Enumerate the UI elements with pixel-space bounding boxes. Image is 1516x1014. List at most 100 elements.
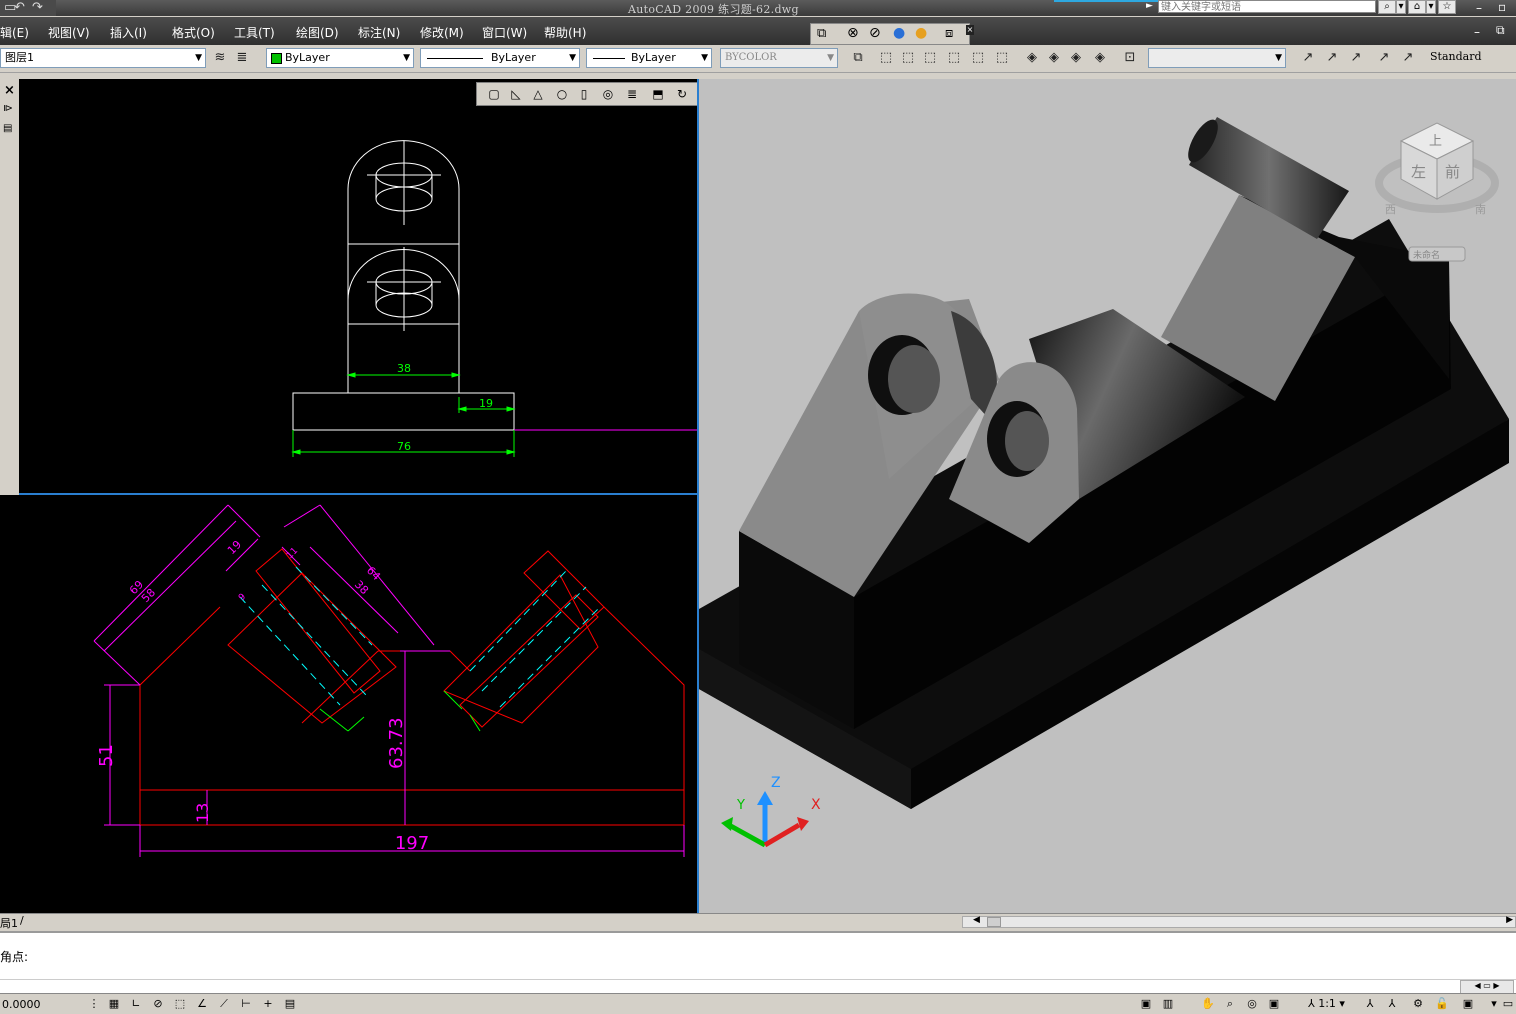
menu-view[interactable]: 视图(V) xyxy=(48,24,90,41)
autohide-icon[interactable]: ⧐ xyxy=(3,103,13,114)
workspace-gear-icon[interactable]: ⚙ xyxy=(1410,996,1426,1012)
text-style-icon[interactable]: ↗ xyxy=(1398,48,1418,68)
view-left-icon[interactable]: ⬚ xyxy=(920,48,940,68)
view-back-icon[interactable]: ⬚ xyxy=(992,48,1012,68)
coordinates-readout[interactable]: 0.0000 xyxy=(2,998,41,1011)
text-style-dropdown[interactable]: Standard xyxy=(1426,48,1516,68)
undo-icon[interactable]: ↶ xyxy=(14,0,25,15)
view-front-icon[interactable]: ⬚ xyxy=(968,48,988,68)
annotation-visibility-icon[interactable]: ⅄ xyxy=(1362,996,1378,1012)
lock-icon[interactable]: 🔓 xyxy=(1434,996,1450,1012)
close-icon[interactable]: × xyxy=(4,83,15,98)
view-right-icon[interactable]: ⬚ xyxy=(944,48,964,68)
steering-wheel-icon[interactable]: ◎ xyxy=(1244,996,1260,1012)
view-sw-iso-icon[interactable]: ◈ xyxy=(1022,48,1042,68)
dim-style-icon[interactable]: ↗ xyxy=(1298,48,1318,68)
visual-styles-manager-icon[interactable]: ⧈ xyxy=(945,26,953,41)
clean-screen-icon[interactable]: ▭ xyxy=(1500,996,1516,1012)
scroll-left-icon[interactable]: ◀ xyxy=(973,915,980,925)
doc-minimize-icon[interactable]: – xyxy=(1474,25,1480,39)
snap-icon[interactable]: ⋮ xyxy=(86,996,102,1012)
sphere-icon[interactable]: ○ xyxy=(553,85,571,103)
camera-icon[interactable]: ⊡ xyxy=(1120,48,1140,68)
revolve-icon[interactable]: ↻ xyxy=(673,85,691,103)
close-icon[interactable]: × xyxy=(966,25,974,35)
wireframe-icon[interactable]: ⊗ xyxy=(847,25,859,41)
annotation-scale[interactable]: ⅄ 1:1 ▾ xyxy=(1308,997,1345,1010)
minimize-icon[interactable]: – xyxy=(1476,1,1482,15)
box-icon[interactable]: ▢ xyxy=(485,85,503,103)
menu-modify[interactable]: 修改(M) xyxy=(420,24,464,41)
menu-edit[interactable]: 辑(E) xyxy=(0,24,29,41)
named-views-dropdown[interactable]: ▼ xyxy=(1148,48,1286,68)
menu-help[interactable]: 帮助(H) xyxy=(544,24,586,41)
viewport-top-view[interactable]: 38 19 76 xyxy=(19,79,698,494)
viewport-3d-view[interactable]: Z Y X 上 左 前 西 南 未命名 xyxy=(699,79,1516,913)
search-icon[interactable]: ⌕ xyxy=(1378,0,1396,14)
layer-previous-icon[interactable]: ≋ xyxy=(210,48,230,68)
layer-dropdown[interactable]: 图层1 ▼ xyxy=(0,48,206,68)
maximize-icon[interactable]: ▫ xyxy=(1498,0,1506,14)
views-icon[interactable]: ⧉ xyxy=(848,48,868,68)
lineweight-dropdown[interactable]: ByLayer ▼ xyxy=(586,48,712,68)
scroll-right-icon[interactable]: ▶ xyxy=(1506,915,1513,925)
leader-icon[interactable]: ↗ xyxy=(1322,48,1342,68)
linetype-dropdown[interactable]: ByLayer ▼ xyxy=(420,48,580,68)
color-dropdown[interactable]: ByLayer ▼ xyxy=(266,48,414,68)
model-icon[interactable]: ▣ xyxy=(1138,996,1154,1012)
zoom-icon[interactable]: ⌕ xyxy=(1222,996,1238,1012)
view-nw-iso-icon[interactable]: ◈ xyxy=(1090,48,1110,68)
communication-icon[interactable]: ⌂ xyxy=(1408,0,1426,14)
viewport-front-view[interactable]: 69 58 19 11 64 38 9 51 63.73 13 197 xyxy=(0,495,698,913)
expand-arrow-icon[interactable]: ► xyxy=(1146,1,1153,11)
wedge-icon[interactable]: ◺ xyxy=(507,85,525,103)
polar-icon[interactable]: ⊘ xyxy=(150,996,166,1012)
viewcube-front-label[interactable]: 前 xyxy=(1445,163,1460,181)
viewcube-left-label[interactable]: 左 xyxy=(1411,163,1426,181)
visual-style-2d-icon[interactable]: ⧉ xyxy=(817,26,826,41)
menu-window[interactable]: 窗口(W) xyxy=(482,24,527,41)
palette-menu-icon[interactable]: ▤ xyxy=(3,123,12,134)
command-scroll-arrows[interactable]: ◀ ▭ ▶ xyxy=(1460,980,1514,994)
layout-icon[interactable]: ▥ xyxy=(1160,996,1176,1012)
tab-layout1[interactable]: 局1 xyxy=(0,915,18,931)
auto-scale-icon[interactable]: ⅄ xyxy=(1384,996,1400,1012)
multileader-icon[interactable]: ↗ xyxy=(1374,48,1394,68)
conceptual-icon[interactable]: ● xyxy=(915,25,927,41)
view-se-iso-icon[interactable]: ◈ xyxy=(1044,48,1064,68)
lineweight-icon[interactable]: + xyxy=(260,996,276,1012)
doc-restore-icon[interactable]: ⧉ xyxy=(1496,23,1505,38)
quick-properties-icon[interactable]: ▤ xyxy=(282,996,298,1012)
dropdown-icon[interactable]: ▾ xyxy=(1426,0,1436,14)
dyn-icon[interactable]: ⊢ xyxy=(238,996,254,1012)
command-input[interactable]: ◀ ▭ ▶ xyxy=(0,979,1516,994)
menu-draw[interactable]: 绘图(D) xyxy=(296,24,339,41)
favorites-icon[interactable]: ☆ xyxy=(1438,0,1456,14)
cylinder-icon[interactable]: ▯ xyxy=(575,85,593,103)
pan-icon[interactable]: ✋ xyxy=(1200,996,1216,1012)
cone-icon[interactable]: △ xyxy=(529,85,547,103)
extrude-icon[interactable]: ⬒ xyxy=(649,85,667,103)
showmotion-icon[interactable]: ▣ xyxy=(1266,996,1282,1012)
menu-format[interactable]: 格式(O) xyxy=(172,24,215,41)
layer-state-icon[interactable]: ≣ xyxy=(232,48,252,68)
leader-style-icon[interactable]: ↗ xyxy=(1346,48,1366,68)
search-input[interactable]: 键入关键字或短语 xyxy=(1158,0,1376,13)
otrack-icon[interactable]: ∠ xyxy=(194,996,210,1012)
view-bottom-icon[interactable]: ⬚ xyxy=(898,48,918,68)
hidden-icon[interactable]: ⊘ xyxy=(869,25,881,41)
dropdown-icon[interactable]: ▾ xyxy=(1396,0,1406,14)
hardware-acceleration-icon[interactable]: ▣ xyxy=(1460,996,1476,1012)
realistic-icon[interactable]: ● xyxy=(893,25,905,41)
redo-icon[interactable]: ↷ xyxy=(32,0,43,15)
ortho-icon[interactable]: ∟ xyxy=(128,996,144,1012)
view-top-icon[interactable]: ⬚ xyxy=(876,48,896,68)
menu-dimension[interactable]: 标注(N) xyxy=(358,24,400,41)
menu-insert[interactable]: 插入(I) xyxy=(110,24,147,41)
helix-icon[interactable]: ≣ xyxy=(623,85,641,103)
plotstyle-dropdown[interactable]: BYCOLOR ▼ xyxy=(720,48,838,68)
ducs-icon[interactable]: ⟋ xyxy=(216,996,232,1012)
grid-icon[interactable]: ▦ xyxy=(106,996,122,1012)
menu-tools[interactable]: 工具(T) xyxy=(234,24,275,41)
view-ne-iso-icon[interactable]: ◈ xyxy=(1066,48,1086,68)
